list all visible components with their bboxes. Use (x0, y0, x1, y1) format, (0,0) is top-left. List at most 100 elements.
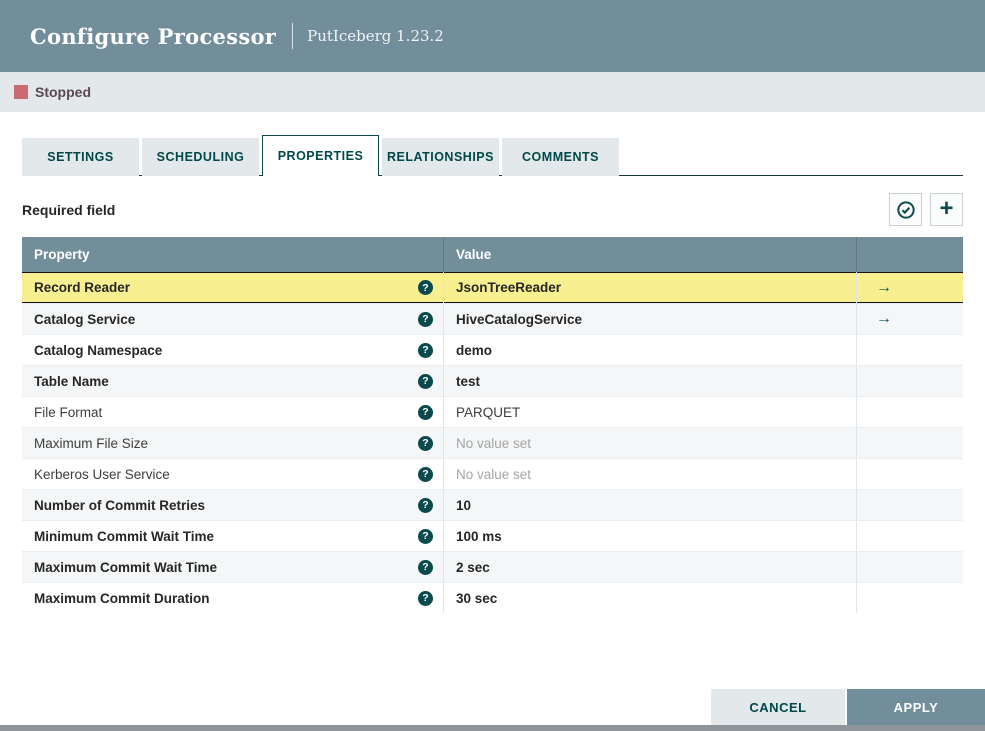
actions-cell (856, 397, 963, 427)
value-cell[interactable]: 2 sec (443, 552, 856, 582)
value-cell[interactable]: 30 sec (443, 583, 856, 613)
tab-bar: SETTINGS SCHEDULING PROPERTIES RELATIONSHIP… (22, 135, 963, 176)
value-cell[interactable]: 100 ms (443, 521, 856, 551)
property-name: Catalog Service (34, 311, 136, 327)
help-icon[interactable]: ? (418, 435, 433, 451)
help-icon[interactable]: ? (418, 559, 433, 575)
table-row[interactable]: File Format? PARQUET (22, 396, 963, 427)
property-value: 2 sec (456, 559, 490, 575)
help-icon[interactable]: ? (418, 373, 433, 389)
actions-cell (856, 459, 963, 489)
actions-cell (856, 552, 963, 582)
verify-properties-button[interactable] (889, 193, 922, 226)
actions-cell (856, 366, 963, 396)
actions-cell: → (856, 272, 963, 303)
value-cell[interactable]: No value set (443, 459, 856, 489)
table-body: Record Reader? JsonTreeReader → Catalog Ser… (22, 272, 963, 613)
value-cell[interactable]: test (443, 366, 856, 396)
property-cell: Number of Commit Retries? (22, 490, 443, 520)
property-value: test (456, 373, 481, 389)
property-value: HiveCatalogService (456, 311, 583, 327)
title-separator (292, 23, 294, 49)
table-row[interactable]: Table Name? test (22, 365, 963, 396)
table-row[interactable]: Maximum Commit Wait Time? 2 sec (22, 551, 963, 582)
property-value: JsonTreeReader (456, 280, 562, 295)
property-value: demo (456, 342, 493, 358)
property-cell: Minimum Commit Wait Time? (22, 521, 443, 551)
properties-table: Property Value Record Reader? JsonTreeRea… (22, 237, 963, 613)
table-row[interactable]: Catalog Service? HiveCatalogService → (22, 303, 963, 334)
property-name: Maximum Commit Wait Time (34, 559, 218, 575)
value-cell[interactable]: PARQUET (443, 397, 856, 427)
value-cell[interactable]: No value set (443, 428, 856, 458)
property-name: Catalog Namespace (34, 342, 163, 358)
processor-type-version: PutIceberg 1.23.2 (307, 27, 444, 45)
property-name: Maximum Commit Duration (34, 590, 210, 606)
help-icon[interactable]: ? (418, 404, 433, 420)
canvas-background-strip (0, 725, 985, 731)
table-row[interactable]: Catalog Namespace? demo (22, 334, 963, 365)
property-cell: Maximum Commit Duration? (22, 583, 443, 613)
tab-properties[interactable]: PROPERTIES (262, 135, 379, 176)
property-cell: Catalog Service? (22, 304, 443, 334)
help-icon[interactable]: ? (418, 528, 433, 544)
property-name: Kerberos User Service (34, 466, 170, 482)
help-icon[interactable]: ? (418, 466, 433, 482)
actions-cell (856, 583, 963, 613)
property-value: No value set (456, 466, 532, 482)
tab-scheduling[interactable]: SCHEDULING (142, 138, 259, 176)
value-cell[interactable]: JsonTreeReader (443, 272, 856, 303)
value-cell[interactable]: demo (443, 335, 856, 365)
table-header-row: Property Value (22, 237, 963, 272)
actions-cell (856, 490, 963, 520)
table-row[interactable]: Kerberos User Service? No value set (22, 458, 963, 489)
property-name: Maximum File Size (34, 435, 149, 451)
plus-icon: + (939, 194, 954, 222)
help-icon[interactable]: ? (418, 590, 433, 606)
dialog-footer: CANCEL APPLY (711, 689, 985, 725)
property-name: Number of Commit Retries (34, 497, 206, 513)
dialog-title: Configure Processor (30, 23, 277, 49)
property-name: Record Reader (34, 280, 131, 295)
property-cell: Table Name? (22, 366, 443, 396)
tab-relationships[interactable]: RELATIONSHIPS (382, 138, 499, 176)
property-cell: Catalog Namespace? (22, 335, 443, 365)
table-row[interactable]: Record Reader? JsonTreeReader → (22, 272, 963, 303)
add-property-button[interactable]: + (930, 193, 963, 226)
property-value: PARQUET (456, 404, 521, 420)
property-name: File Format (34, 404, 103, 420)
actions-cell (856, 521, 963, 551)
table-utility-row: Required field + (22, 193, 963, 226)
tab-settings[interactable]: SETTINGS (22, 138, 139, 176)
property-value: No value set (456, 435, 532, 451)
table-row[interactable]: Maximum Commit Duration? 30 sec (22, 582, 963, 613)
tab-comments[interactable]: COMMENTS (502, 138, 619, 176)
table-row[interactable]: Minimum Commit Wait Time? 100 ms (22, 520, 963, 551)
cancel-button[interactable]: CANCEL (711, 689, 845, 725)
go-to-service-arrow-icon[interactable]: → (876, 279, 892, 296)
help-icon[interactable]: ? (418, 280, 433, 295)
column-header-actions (856, 237, 963, 272)
table-row[interactable]: Number of Commit Retries? 10 (22, 489, 963, 520)
property-action-buttons: + (889, 193, 963, 226)
property-value: 30 sec (456, 590, 498, 606)
value-cell[interactable]: HiveCatalogService (443, 304, 856, 334)
actions-cell: → (856, 304, 963, 334)
value-cell[interactable]: 10 (443, 490, 856, 520)
stopped-status-icon (14, 85, 28, 99)
help-icon[interactable]: ? (418, 311, 433, 327)
check-circle-icon (896, 200, 916, 220)
status-bar: Stopped (0, 72, 985, 112)
help-icon[interactable]: ? (418, 497, 433, 513)
property-cell: Maximum Commit Wait Time? (22, 552, 443, 582)
property-value: 100 ms (456, 528, 502, 544)
table-row[interactable]: Maximum File Size? No value set (22, 427, 963, 458)
go-to-service-arrow-icon[interactable]: → (876, 311, 892, 327)
status-label: Stopped (35, 84, 91, 100)
dialog-content: SETTINGS SCHEDULING PROPERTIES RELATIONSHIP… (0, 135, 985, 613)
help-icon[interactable]: ? (418, 342, 433, 358)
apply-button[interactable]: APPLY (847, 689, 985, 725)
dialog-header: Configure Processor PutIceberg 1.23.2 (0, 0, 985, 72)
property-cell: File Format? (22, 397, 443, 427)
column-header-value: Value (443, 237, 856, 272)
